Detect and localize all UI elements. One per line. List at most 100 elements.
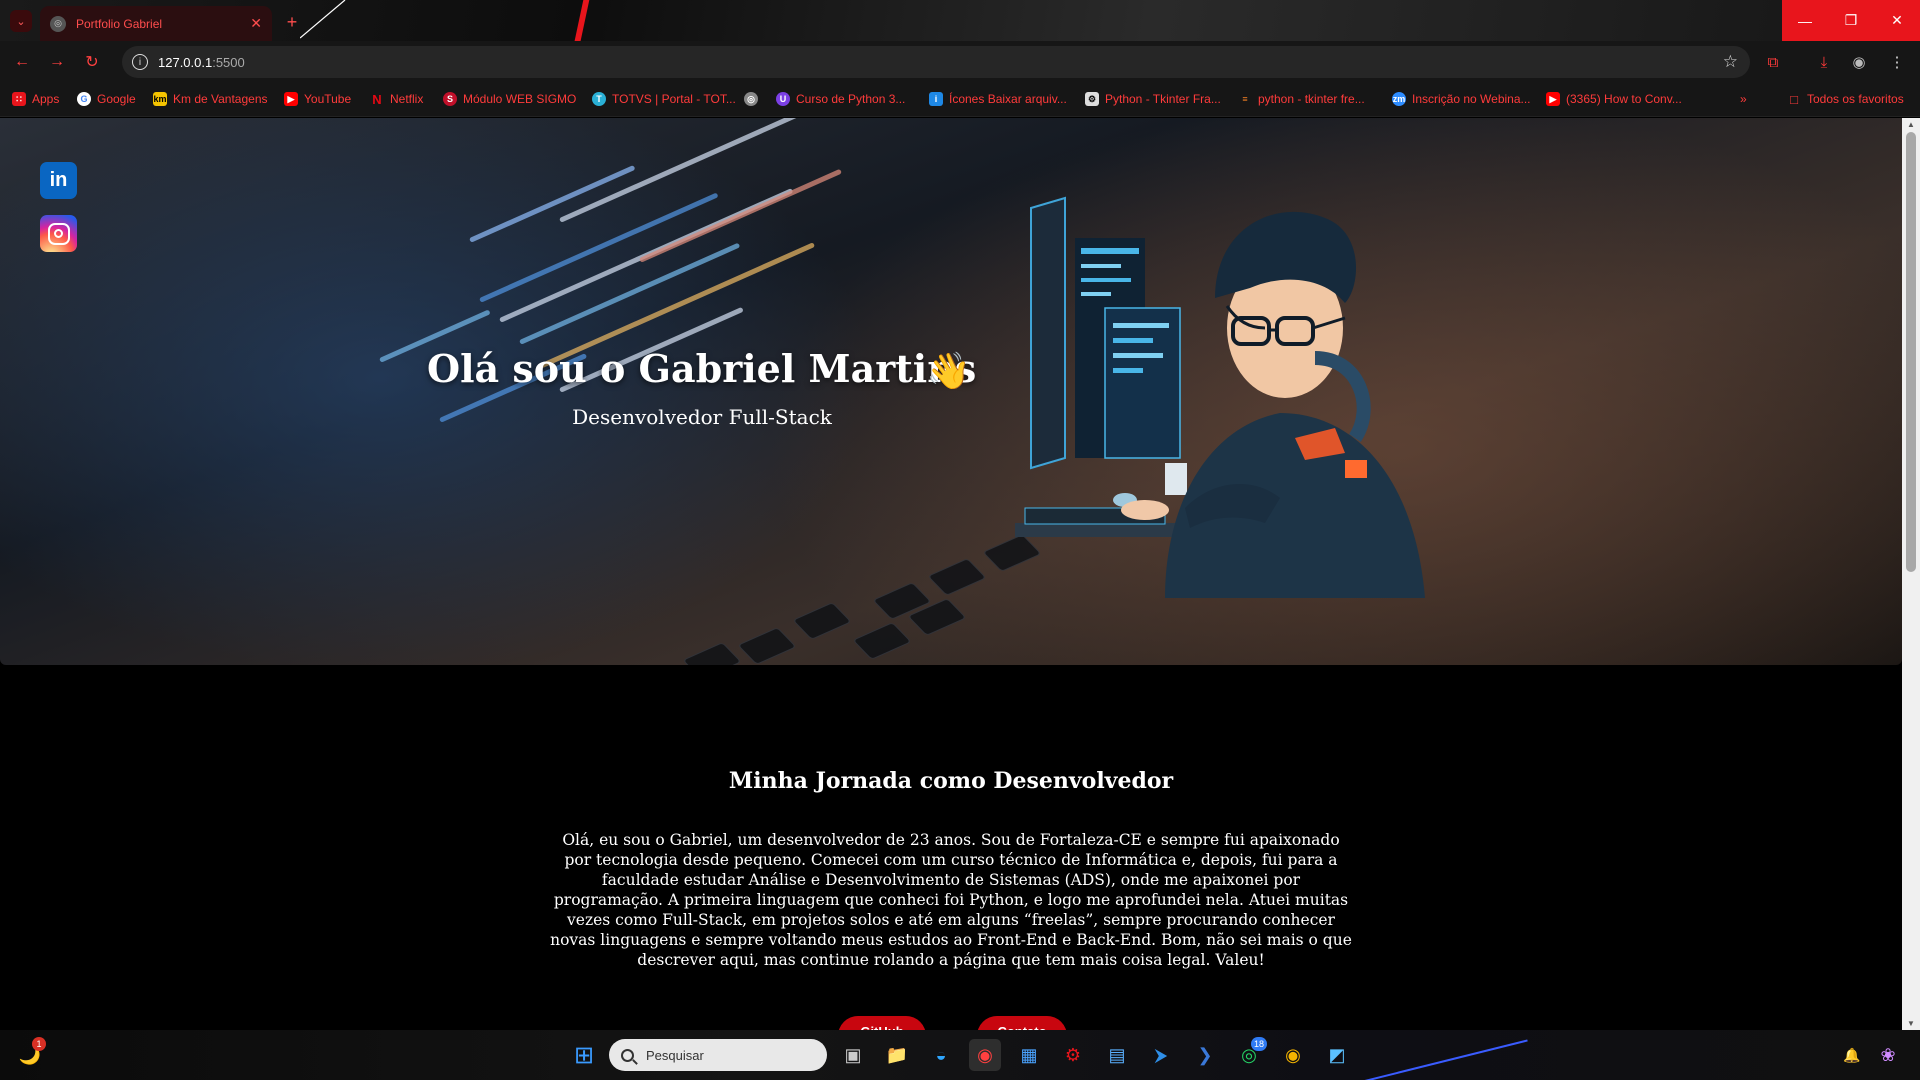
netflix-icon: N (372, 91, 382, 107)
waving-hand-icon: 👋 (926, 350, 971, 391)
instagram-icon[interactable] (40, 215, 77, 252)
bookmark-label: Python - Tkinter Fra... (1105, 92, 1221, 106)
bookmark-label: Módulo WEB SIGMO (463, 92, 577, 106)
download-icon[interactable]: ⤓ (1813, 51, 1835, 73)
taskbar-search-input[interactable]: Pesquisar (609, 1039, 827, 1071)
image-viewer-icon[interactable]: ▤ (1101, 1039, 1133, 1071)
bookmark-globe[interactable]: ◎ (744, 92, 764, 106)
globe-icon: ◎ (744, 92, 758, 106)
bookmark-youtube[interactable]: ▶ YouTube (284, 92, 351, 106)
bookmark-label: TOTVS | Portal - TOT... (612, 92, 736, 106)
forward-arrow-icon[interactable]: → (45, 50, 69, 74)
photos-app-icon[interactable]: ◩ (1321, 1039, 1353, 1071)
search-placeholder: Pesquisar (646, 1047, 704, 1063)
url-port: :5500 (212, 54, 245, 70)
address-bar[interactable]: i 127.0.0.1:5500 ☆ (122, 46, 1750, 78)
chrome-browser-icon[interactable]: ◉ (969, 1039, 1001, 1071)
ms-store-icon[interactable]: ▦ (1013, 1039, 1045, 1071)
minimize-button[interactable]: — (1782, 0, 1828, 41)
tab-search-button[interactable]: ⌄ (10, 10, 32, 32)
github-button[interactable]: GitHub (838, 1016, 926, 1030)
browser-tab-active[interactable]: ◎ Portfolio Gabriel ✕ (40, 6, 272, 41)
tab-title: Portfolio Gabriel (76, 16, 163, 31)
bookmark-sigmo[interactable]: S Módulo WEB SIGMO (443, 92, 576, 106)
scroll-up-icon[interactable]: ▲ (1907, 120, 1915, 129)
restore-button[interactable]: ❐ (1828, 0, 1874, 41)
bookmark-label: Inscrição no Webina... (1412, 92, 1531, 106)
bookmark-star-icon[interactable]: ☆ (1723, 52, 1738, 72)
back-arrow-icon[interactable]: ← (10, 50, 34, 74)
sigmo-icon: S (443, 92, 457, 106)
settings-gear-icon[interactable]: ⚙ (1057, 1039, 1089, 1071)
bookmark-label: Apps (32, 92, 60, 106)
all-bookmarks-folder[interactable]: □ Todos os favoritos (1787, 91, 1904, 107)
close-tab-icon[interactable]: ✕ (250, 15, 262, 32)
notification-bell-icon[interactable]: 🔔 (1836, 1039, 1868, 1071)
bookmark-webinar[interactable]: zm Inscrição no Webina... (1392, 92, 1531, 106)
bookmark-label: (3365) How to Conv... (1566, 92, 1682, 106)
more-bookmarks-chevron-icon[interactable]: » (1740, 92, 1747, 106)
journey-paragraph: Olá, eu sou o Gabriel, um desenvolvedor … (550, 831, 1352, 969)
developer-illustration (1015, 196, 1425, 598)
bookmark-tkinter[interactable]: ⚙ Python - Tkinter Fra... (1085, 92, 1221, 106)
reload-icon[interactable]: ↻ (80, 50, 104, 74)
whatsapp-icon[interactable]: ◎ 18 (1233, 1037, 1268, 1071)
bookmark-netflix[interactable]: N Netflix (370, 91, 423, 107)
browser-toolbar: ← → ↻ i 127.0.0.1:5500 ☆ ⧉ ⤓ ◉ ⋮ (0, 41, 1920, 83)
close-window-button[interactable]: ✕ (1874, 0, 1920, 41)
bookmark-apps[interactable]: ∷ Apps (12, 92, 59, 106)
bookmark-label: python - tkinter fre... (1258, 92, 1365, 106)
decorative-streak (1362, 1039, 1528, 1080)
bookmark-python-course[interactable]: U Curso de Python 3... (776, 92, 905, 106)
vscode-icon[interactable]: ⮞ (1145, 1039, 1177, 1071)
hero-section: in Olá sou o Gabriel Martins 👋 Desenvolv… (0, 118, 1902, 665)
search-icon (621, 1048, 634, 1062)
weather-badge: 1 (32, 1037, 46, 1051)
tab-strip: ⌄ ◎ Portfolio Gabriel ✕ + — ❐ ✕ (0, 0, 1920, 41)
python-course-icon: U (776, 92, 790, 106)
kebab-menu-icon[interactable]: ⋮ (1886, 51, 1908, 73)
extensions-icon[interactable]: ⧉ (1762, 51, 1784, 73)
folder-icon: □ (1790, 91, 1798, 107)
icons-site-icon: i (929, 92, 943, 106)
bookmark-label: Ícones Baixar arquiv... (949, 92, 1067, 106)
weather-widget-icon[interactable]: 🌙 1 (14, 1037, 46, 1071)
bookmark-google[interactable]: G Google (77, 92, 136, 106)
scrollbar-thumb[interactable] (1906, 132, 1916, 572)
bookmarks-bar: ∷ Apps G Google km Km de Vantagens ▶ YouTube… (0, 83, 1920, 117)
bookmark-km-vantagens[interactable]: km Km de Vantagens (153, 92, 268, 106)
site-info-icon[interactable]: i (132, 54, 148, 70)
youtube-icon: ▶ (284, 92, 298, 106)
bookmark-label: Google (97, 92, 136, 106)
page-viewport: in Olá sou o Gabriel Martins 👋 Desenvolv… (0, 118, 1902, 1030)
windows-taskbar: 🌙 1 ⊞ Pesquisar ▣ 📁 ◒ ◉ ▦ ⚙ ▤ ⮞ ❯ ◎ 18 ◉… (0, 1030, 1920, 1080)
decorative-streak (570, 0, 592, 41)
powershell-icon[interactable]: ❯ (1189, 1039, 1221, 1071)
totvs-icon: T (592, 92, 606, 106)
apps-grid-icon: ∷ (12, 92, 26, 106)
profile-avatar-icon[interactable]: ◉ (1848, 51, 1870, 73)
decorative-line (300, 0, 346, 39)
linkedin-icon[interactable]: in (40, 162, 77, 199)
chrome-profile-icon[interactable]: ◉ (1277, 1039, 1309, 1071)
copilot-icon[interactable]: ❀ (1872, 1039, 1904, 1071)
vertical-scrollbar[interactable]: ▲ ▼ (1902, 118, 1920, 1030)
bookmark-label: Todos os favoritos (1807, 92, 1904, 106)
hero-title: Olá sou o Gabriel Martins (427, 346, 977, 391)
bookmark-label: Km de Vantagens (173, 92, 268, 106)
tkinter-icon: ⚙ (1085, 92, 1099, 106)
youtube-icon: ▶ (1546, 92, 1560, 106)
edge-browser-icon[interactable]: ◒ (925, 1039, 957, 1071)
bookmark-stackoverflow[interactable]: ≡ python - tkinter fre... (1238, 92, 1365, 106)
url-host: 127.0.0.1 (158, 54, 213, 70)
bookmark-youtube-video[interactable]: ▶ (3365) How to Conv... (1546, 92, 1682, 106)
bookmark-totvs[interactable]: T TOTVS | Portal - TOT... (592, 92, 736, 106)
bookmark-icones[interactable]: i Ícones Baixar arquiv... (929, 92, 1067, 106)
file-explorer-icon[interactable]: 📁 (881, 1039, 913, 1071)
scroll-down-icon[interactable]: ▼ (1907, 1019, 1915, 1028)
start-windows-icon[interactable]: ⊞ (568, 1039, 600, 1071)
contact-button[interactable]: Contato (977, 1016, 1067, 1030)
task-view-icon[interactable]: ▣ (837, 1039, 869, 1071)
bookmark-label: Curso de Python 3... (796, 92, 906, 106)
globe-icon: ◎ (50, 15, 66, 32)
